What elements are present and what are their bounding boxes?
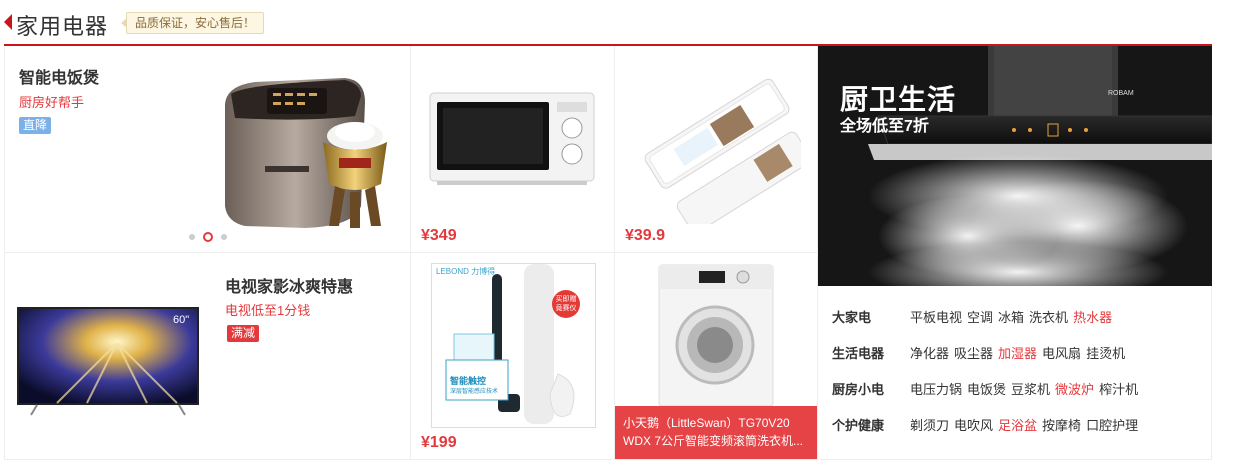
section-header: 家用电器 品质保证，安心售后！ (0, 0, 1240, 46)
promo-tag: 满减 (227, 325, 260, 342)
toothbrush-image[interactable]: LEBOND 力博得 智能触控 深层智能感应技术 买即赠 竟赛仪 (431, 263, 596, 428)
category-list: 大家电 平板电视 空调 冰箱 洗衣机 热水器 生活电器 净化器 吸尘器 加湿器 电风扇 挂烫机 … (818, 286, 1212, 460)
hood-brand-label: ROBAM (1108, 90, 1134, 97)
carousel-dots (189, 228, 235, 246)
product-card-microwave[interactable]: ¥349 (411, 46, 615, 253)
category-link[interactable]: 空调 (967, 307, 993, 326)
category-link[interactable]: 吸尘器 (954, 343, 993, 362)
carousel-dot[interactable] (221, 233, 227, 240)
category-links: 电压力锅 电饭煲 豆浆机 微波炉 榨汁机 (910, 379, 1143, 398)
tv-size-label: 60" (173, 314, 189, 326)
product-card-tv[interactable]: 60" 电视家影冰爽特惠 电视低至1分钱 满减 (4, 253, 411, 460)
carousel-dot[interactable] (189, 233, 195, 240)
section-title: 家用电器 (16, 14, 109, 39)
category-name[interactable]: 大家电 (832, 307, 871, 326)
kitchen-bath-banner[interactable]: ROBAM 厨卫生活 全场低至7折 (818, 46, 1212, 286)
product-card-purifier[interactable]: ¥39.9 (615, 46, 818, 253)
category-links: 剃须刀 电吹风 足浴盆 按摩椅 口腔护理 (910, 415, 1143, 434)
category-link[interactable]: 洗衣机 (1029, 307, 1068, 326)
microwave-image[interactable] (429, 92, 595, 186)
product-title[interactable]: 电视家影冰爽特惠 (225, 273, 353, 297)
carousel-dot-active[interactable] (203, 231, 213, 242)
product-price[interactable]: ¥199 (421, 434, 457, 452)
promo-tag: 直降 (19, 117, 52, 134)
product-card-washer[interactable]: 小天鹅（LittleSwan）TG70V20 WDX 7公斤智能变频滚筒洗衣机.… (615, 253, 818, 460)
category-link[interactable]: 净化器 (910, 343, 949, 362)
category-link[interactable]: 电压力锅 (910, 379, 962, 398)
category-link[interactable]: 平板电视 (910, 307, 962, 326)
slogan-badge: 品质保证，安心售后！ (120, 12, 265, 34)
product-price[interactable]: ¥349 (421, 227, 457, 245)
purifier-image[interactable] (635, 54, 801, 224)
category-link[interactable]: 冰箱 (998, 307, 1024, 326)
rice-cooker-image[interactable] (205, 66, 405, 236)
category-links: 净化器 吸尘器 加湿器 电风扇 挂烫机 (910, 343, 1130, 362)
category-link[interactable]: 剃须刀 (910, 415, 949, 434)
product-price[interactable]: ¥39.9 (625, 227, 665, 245)
gift-badge: 买即赠 竟赛仪 (552, 290, 580, 318)
category-link[interactable]: 挂烫机 (1086, 343, 1125, 362)
section-marker-icon (4, 14, 12, 30)
product-subtitle: 电视低至1分钱 (225, 303, 311, 318)
category-link-hot[interactable]: 微波炉 (1055, 379, 1094, 398)
washer-image[interactable] (657, 263, 775, 408)
category-link-hot[interactable]: 热水器 (1073, 307, 1112, 326)
category-link-hot[interactable]: 加湿器 (998, 343, 1037, 362)
category-link[interactable]: 电饭煲 (967, 379, 1006, 398)
category-links: 平板电视 空调 冰箱 洗衣机 热水器 (910, 307, 1117, 326)
product-subtitle: 厨房好帮手 (19, 95, 85, 110)
category-name[interactable]: 生活电器 (832, 343, 884, 362)
category-link[interactable]: 电吹风 (954, 415, 993, 434)
banner-subtitle: 全场低至7折 (840, 118, 929, 135)
category-link[interactable]: 电风扇 (1042, 343, 1081, 362)
product-title[interactable]: 智能电饭煲 (19, 64, 99, 88)
caption-line-1[interactable]: 小天鹅（LittleSwan）TG70V20 (623, 414, 809, 432)
box-subtext: 深层智能感应技术 (450, 389, 499, 395)
category-link[interactable]: 口腔护理 (1086, 415, 1138, 434)
category-link[interactable]: 豆浆机 (1011, 379, 1050, 398)
category-link[interactable]: 按摩椅 (1042, 415, 1081, 434)
caption-line-2[interactable]: WDX 7公斤智能变频滚筒洗衣机... (623, 432, 809, 450)
category-link-hot[interactable]: 足浴盆 (998, 415, 1037, 434)
category-link[interactable]: 榨汁机 (1099, 379, 1138, 398)
product-card-toothbrush[interactable]: LEBOND 力博得 智能触控 深层智能感应技术 买即赠 竟赛仪 ¥199 (411, 253, 615, 460)
tv-image[interactable]: 60" (17, 307, 199, 417)
product-card-rice-cooker[interactable]: 智能电饭煲 厨房好帮手 直降 (4, 46, 411, 253)
product-caption[interactable]: 小天鹅（LittleSwan）TG70V20 WDX 7公斤智能变频滚筒洗衣机.… (615, 406, 817, 459)
category-name[interactable]: 厨房小电 (832, 379, 884, 398)
category-name[interactable]: 个护健康 (832, 415, 884, 434)
